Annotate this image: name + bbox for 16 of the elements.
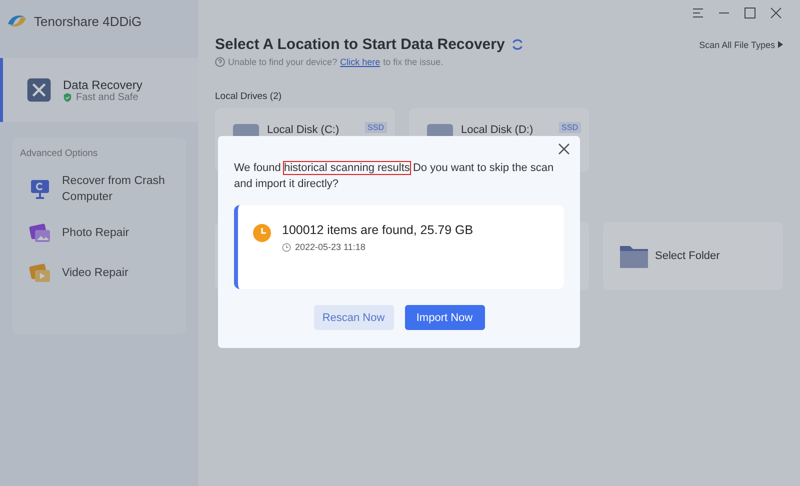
section-heading: Advanced Options [20, 148, 99, 159]
location-label: Select Folder [655, 250, 720, 262]
page-title: Select A Location to Start Data Recovery [215, 36, 505, 53]
section-heading: Local Drives (2) [215, 91, 283, 102]
help-text: to fix the issue. [383, 57, 444, 67]
drive-name: Local Disk (D:) [461, 124, 534, 136]
result-summary: 100012 items are found, 25.79 GB [282, 223, 474, 237]
drive-type: SSD [558, 122, 581, 133]
app-title: Tenorshare 4DDiG [34, 14, 142, 28]
drive-name: Local Disk (C:) [267, 124, 340, 136]
help-text: Unable to find your device? [228, 57, 338, 67]
dialog-message: We found historical scanning results Do you want to skip the scan and import it directly? [234, 161, 555, 192]
item-label: Data Recovery [63, 78, 142, 92]
result-time: 2022-05-23 11:18 [295, 242, 366, 252]
item-subtitle: Fast and Safe [76, 92, 138, 102]
drive-type: SSD [364, 122, 387, 133]
